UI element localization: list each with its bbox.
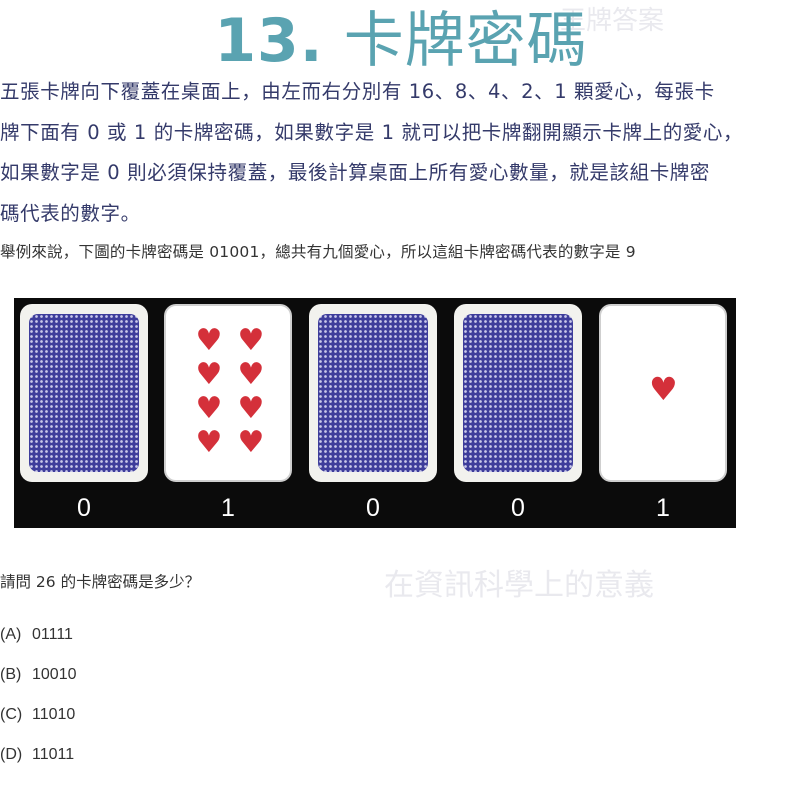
example-text: 舉例來說，下圖的卡牌密碼是 01001，總共有九個愛心，所以這組卡牌密碼代表的數… — [0, 243, 636, 261]
heart-icon: ♥ — [195, 391, 223, 426]
option-a[interactable]: (A) 01111 — [0, 626, 73, 644]
paragraph-line: 五張卡牌向下覆蓋在桌面上，由左而右分別有 16、8、4、2、1 顆愛心，每張卡 — [0, 80, 715, 103]
card-back — [29, 314, 139, 472]
paragraph-line: 牌下面有 0 或 1 的卡牌密碼，如果數字是 1 就可以把卡牌翻開顯示卡牌上的愛… — [0, 120, 744, 144]
title-text: 卡牌密碼 — [343, 6, 588, 76]
heart-icon: ♥ — [237, 357, 265, 392]
option-value: 11010 — [32, 706, 76, 723]
option-value: 11011 — [32, 746, 75, 763]
heart-icon: ♥ — [195, 323, 223, 358]
card-digit-1: 0 — [77, 494, 91, 522]
card-back — [318, 314, 428, 472]
card-back — [463, 314, 573, 472]
card-digit-3: 0 — [366, 494, 380, 522]
card-4 — [454, 304, 582, 482]
option-letter: (A) — [0, 626, 22, 643]
option-c[interactable]: (C) 11010 — [0, 706, 75, 724]
option-letter: (C) — [0, 706, 23, 723]
paragraph-line: 碼代表的數字。 — [0, 201, 141, 225]
option-d[interactable]: (D) 11011 — [0, 746, 74, 764]
option-letter: (D) — [0, 746, 23, 763]
paragraph-line: 如果數字是 0 則必須保持覆蓋，最後計算桌面上所有愛心數量，就是該組卡牌密 — [0, 161, 711, 184]
question-text: 請問 26 的卡牌密碼是多少？ — [0, 573, 201, 591]
card-digit-5: 1 — [656, 494, 670, 522]
heart-grid: ♥ ♥ ♥ ♥ ♥ ♥ ♥ ♥ — [188, 326, 272, 458]
heart-icon: ♥ — [649, 370, 678, 408]
heart-icon: ♥ — [195, 357, 223, 392]
heart-icon: ♥ — [237, 391, 265, 426]
option-value: 01111 — [32, 626, 73, 643]
card-5: ♥ — [599, 304, 727, 482]
heart-icon: ♥ — [195, 425, 223, 460]
card-digit-2: 1 — [221, 494, 235, 522]
intro-paragraph: 五張卡牌向下覆蓋在桌面上，由左而右分別有 16、8、4、2、1 顆愛心，每張卡 … — [0, 72, 770, 234]
card-1 — [20, 304, 148, 482]
bleed-through-text-mid: 在資訊科學上的意義 — [384, 568, 654, 603]
title-number: 13. — [214, 6, 324, 76]
card-2: ♥ ♥ ♥ ♥ ♥ ♥ ♥ ♥ — [164, 304, 292, 482]
card-3 — [309, 304, 437, 482]
page-title: 13. 卡牌密碼 — [0, 0, 802, 79]
cards-figure: 0 ♥ ♥ ♥ ♥ ♥ ♥ ♥ ♥ 1 0 0 ♥ 1 — [14, 298, 736, 528]
card-digit-4: 0 — [511, 494, 525, 522]
heart-icon: ♥ — [237, 425, 265, 460]
option-b[interactable]: (B) 10010 — [0, 666, 77, 684]
option-value: 10010 — [32, 666, 77, 683]
heart-icon: ♥ — [237, 323, 265, 358]
option-letter: (B) — [0, 666, 22, 683]
